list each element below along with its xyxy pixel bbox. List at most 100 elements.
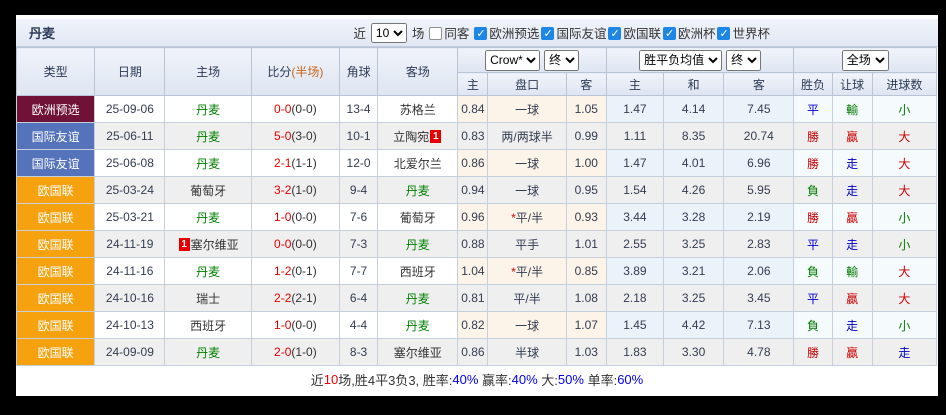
recent-count-select[interactable]: 10 [371,23,407,43]
corner-cell: 4-4 [340,312,378,339]
avg-home-cell: 1.47 [606,96,663,123]
col-header-odds-home: 主 [458,73,488,96]
corner-cell: 13-4 [340,96,378,123]
avg-home-cell: 1.11 [606,123,663,150]
team-name: 丹麦 [196,157,220,171]
handicap-result-cell: 走 [832,231,872,258]
score-ht: (0-0) [291,210,316,224]
date-cell: 24-11-16 [95,258,165,285]
goals-cell: 小 [872,204,936,231]
bookmaker-select[interactable]: Crow* [485,50,540,71]
summary-bar: 近10场,胜4平3负3, 胜率:40% 赢率:40% 大:50% 单率:60% [16,366,938,392]
checkbox-icon[interactable] [429,27,442,40]
home-cell: 西班牙 [165,312,251,339]
score-cell: 3-2(1-0) [251,177,339,204]
corner-cell: 10-1 [340,123,378,150]
away-cell: 西班牙 [378,258,458,285]
col-header-away: 客场 [378,48,458,96]
score-ht: (1-1) [291,156,316,170]
away-cell: 丹麦 [378,177,458,204]
type-cell: 国际友谊 [17,150,95,177]
checkbox-icon[interactable] [474,27,487,40]
home-cell: 葡萄牙 [165,177,251,204]
team-name: 丹麦 [406,292,430,306]
checkbox-icon[interactable] [608,27,621,40]
score-ht: (0-0) [291,237,316,251]
avg-draw-cell: 3.25 [664,231,724,258]
avg-away-cell: 4.78 [724,339,794,366]
team-name: 丹麦 [196,265,220,279]
type-cell: 欧洲预选 [17,96,95,123]
odds-home-cell: 0.83 [458,123,488,150]
away-cell: 葡萄牙 [378,204,458,231]
scope-select-group: 全场 [794,48,937,73]
avg-draw-cell: 3.21 [664,258,724,285]
team-name: 丹麦 [196,130,220,144]
same-away-filter[interactable]: 同客 [429,23,469,42]
competition-filter[interactable]: 欧国联 [608,27,661,41]
table-row: 欧国联 24-09-09 丹麦 2-0(1-0) 8-3 塞尔维亚 0.86 半… [17,339,937,366]
match-tbody: 欧洲预选 25-09-06 丹麦 0-0(0-0) 13-4 苏格兰 0.84 … [17,96,937,366]
checkbox-icon[interactable] [717,27,730,40]
table-row: 欧国联 25-03-24 葡萄牙 3-2(1-0) 9-4 丹麦 0.94 一球… [17,177,937,204]
avg-select[interactable]: 胜平负均值 [639,50,722,71]
team-name: 丹麦 [196,211,220,225]
away-cell: 立陶宛1 [378,123,458,150]
score-ft: 2-1 [274,156,291,170]
score-cell: 2-2(2-1) [251,285,339,312]
checkbox-icon[interactable] [663,27,676,40]
date-cell: 25-03-21 [95,204,165,231]
score-ft: 2-2 [274,291,291,305]
summary-segment: 近 [311,370,324,389]
avg-draw-cell: 4.14 [664,96,724,123]
away-cell: 北爱尔兰 [378,150,458,177]
bookmaker-stage-select[interactable]: 终 [544,50,579,71]
handicap-cell: 半球 [488,339,566,366]
team-name: 北爱尔兰 [394,157,442,171]
handicap-result-cell: 輸 [832,258,872,285]
away-cell: 苏格兰 [378,96,458,123]
result-cell: 負 [794,258,832,285]
avg-away-cell: 5.95 [724,177,794,204]
odds-home-cell: 0.81 [458,285,488,312]
home-cell: 丹麦 [165,123,251,150]
scope-select[interactable]: 全场 [842,50,889,71]
avg-home-cell: 3.89 [606,258,663,285]
handicap-result-cell: 贏 [832,339,872,366]
score-ft: 3-2 [274,183,291,197]
result-cell: 勝 [794,339,832,366]
filter-controls: 近 10 场 同客 欧洲预选国际友谊欧国联欧洲杯世界杯 [353,23,770,43]
date-cell: 25-09-06 [95,96,165,123]
avg-away-cell: 7.13 [724,312,794,339]
date-cell: 24-10-13 [95,312,165,339]
summary-segment: 60% [617,372,643,387]
competition-filter[interactable]: 欧洲杯 [663,27,716,41]
avg-stage-select[interactable]: 终 [726,50,761,71]
bookmaker-select-group: Crow*终 [458,48,606,73]
result-cell: 勝 [794,150,832,177]
competition-filter[interactable]: 世界杯 [717,27,770,41]
table-row: 欧国联 24-10-13 西班牙 1-0(0-0) 4-4 丹麦 0.82 一球… [17,312,937,339]
team-name: 西班牙 [190,319,226,333]
avg-home-cell: 1.54 [606,177,663,204]
recent-suffix-label: 场 [412,23,425,42]
odds-away-cell: 1.05 [566,96,606,123]
competition-filter[interactable]: 国际友谊 [541,27,606,41]
avg-draw-cell: 3.28 [664,204,724,231]
avg-home-cell: 2.55 [606,231,663,258]
competition-filter[interactable]: 欧洲预选 [474,27,539,41]
col-header-type: 类型 [17,48,95,96]
checkbox-icon[interactable] [541,27,554,40]
odds-away-cell: 0.99 [566,123,606,150]
summary-segment: 10 [324,372,338,387]
score-cell: 0-0(0-0) [251,96,339,123]
score-ht: (1-0) [291,183,316,197]
corner-cell: 6-4 [340,285,378,312]
avg-home-cell: 3.44 [606,204,663,231]
handicap-cell: 平/半 [488,285,566,312]
odds-away-cell: 1.01 [566,231,606,258]
score-ft: 5-0 [274,129,291,143]
type-cell: 欧国联 [17,312,95,339]
home-cell: 丹麦 [165,339,251,366]
goals-cell: 小 [872,96,936,123]
